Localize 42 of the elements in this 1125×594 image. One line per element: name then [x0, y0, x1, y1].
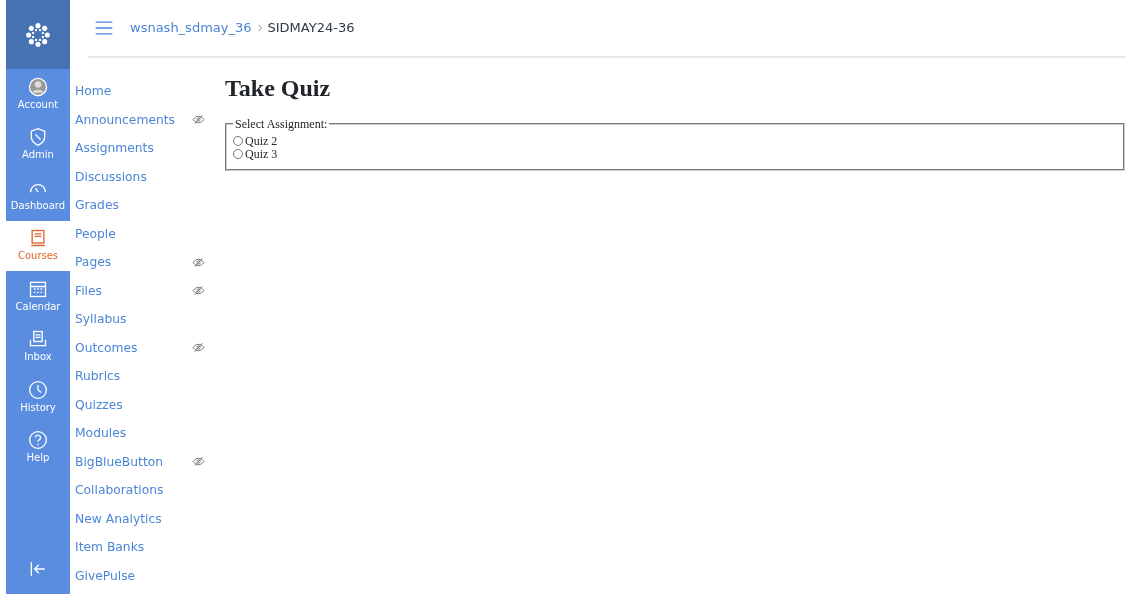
course-nav-link[interactable]: Modules	[75, 419, 205, 448]
collapse-icon[interactable]	[28, 559, 48, 579]
page-title: Take Quiz	[225, 74, 332, 103]
course-nav-link[interactable]: People	[75, 219, 205, 248]
radio-button[interactable]	[233, 149, 243, 160]
logo-icon	[24, 20, 52, 49]
course-nav-link[interactable]: Discussions	[75, 162, 205, 191]
nav-item[interactable]: Admin	[6, 119, 70, 170]
course-nav-link[interactable]: Rubrics	[75, 362, 205, 391]
course-nav-link[interactable]: Announcements	[75, 105, 205, 134]
nav-item[interactable]: Dashboard	[6, 170, 70, 221]
course-nav-link[interactable]: Grades	[75, 191, 205, 220]
course-nav-link[interactable]: GivePulse	[75, 561, 205, 590]
clock-icon	[28, 379, 48, 400]
course-nav-link[interactable]: BigBlueButton	[75, 447, 205, 476]
fieldset-legend: Select Assignment:	[233, 114, 330, 133]
nav-item[interactable]: Calendar	[6, 271, 70, 322]
course-nav-link[interactable]: Item Banks	[75, 533, 205, 562]
course-nav-link[interactable]: Outcomes	[75, 333, 205, 362]
chevron-icon	[255, 23, 264, 33]
option-label: Quiz 3	[245, 147, 278, 161]
shield-icon	[28, 127, 48, 148]
breadcrumb-current: SIDMAY24-36	[267, 19, 355, 38]
course-nav-link[interactable]: Syllabus	[75, 305, 205, 334]
course-nav-link[interactable]: New Analytics	[75, 504, 205, 533]
option-label: Quiz 2	[245, 134, 278, 148]
avatar-icon	[28, 76, 48, 97]
book-icon	[28, 228, 48, 249]
nav-item[interactable]: Help	[6, 422, 70, 473]
breadcrumb-link[interactable]: wsnash_sdmay_36	[130, 18, 252, 38]
help-icon	[28, 430, 48, 451]
course-nav-link[interactable]: Files	[75, 276, 205, 305]
course-nav-link[interactable]: Pages	[75, 248, 205, 277]
nav-item[interactable]: Account	[6, 69, 70, 120]
nav-item[interactable]: Inbox	[6, 321, 70, 372]
radio-button[interactable]	[233, 136, 243, 147]
course-nav-link[interactable]: Collaborations	[75, 476, 205, 505]
nav-item[interactable]: History	[6, 372, 70, 423]
course-nav-link[interactable]: Quizzes	[75, 390, 205, 419]
course-nav-link[interactable]: Assignments	[75, 134, 205, 163]
nav-item[interactable]: Courses	[6, 220, 70, 271]
course-nav-link[interactable]: Home	[75, 77, 205, 106]
